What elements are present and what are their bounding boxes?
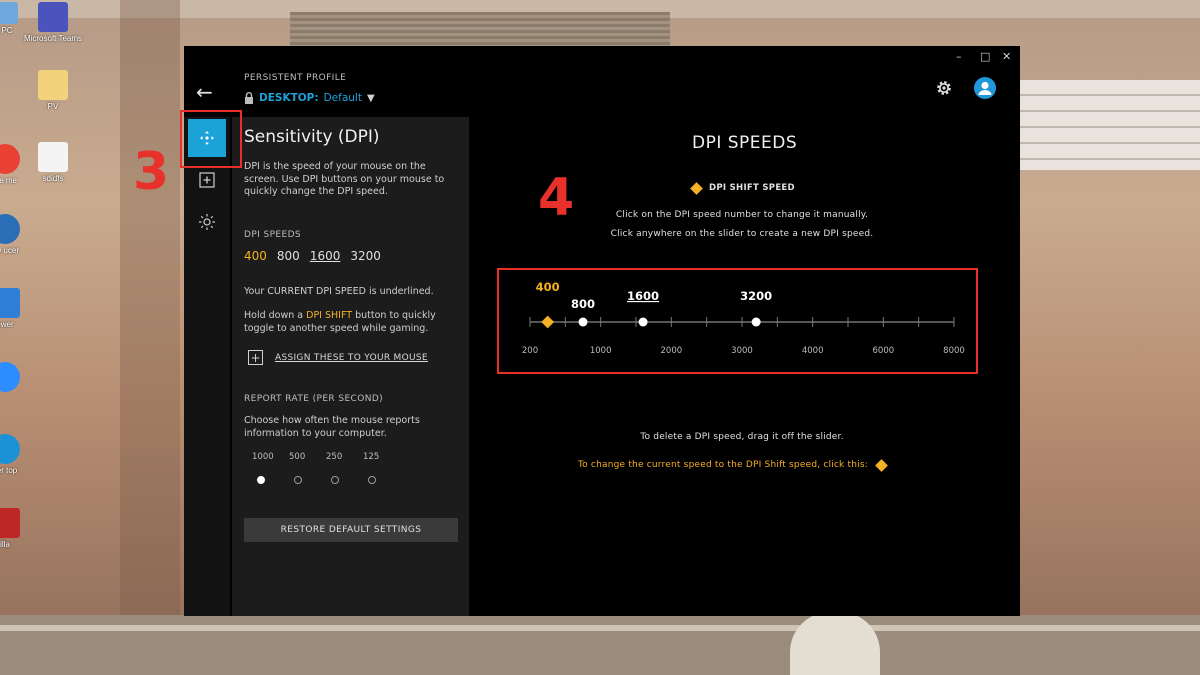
radio[interactable] xyxy=(368,476,376,484)
maximize-button[interactable]: □ xyxy=(980,50,990,63)
dpi-speed-item[interactable]: 3200 xyxy=(350,249,381,263)
delete-speed-note: To delete a DPI speed, drag it off the s… xyxy=(640,432,844,442)
panel-description: DPI is the speed of your mouse on the sc… xyxy=(244,161,445,197)
docker-icon xyxy=(0,434,20,464)
side-rail xyxy=(184,117,230,616)
restore-defaults-button[interactable]: RESTORE DEFAULT SETTINGS xyxy=(244,518,458,542)
filezilla-icon xyxy=(0,508,20,538)
dpi-speeds-label: DPI SPEEDS xyxy=(244,230,302,240)
profile-name: DESKTOP: xyxy=(259,92,319,104)
radio[interactable] xyxy=(294,476,302,484)
wallpaper-wall xyxy=(0,615,1200,675)
chrome-icon xyxy=(0,144,20,174)
plus-box-icon xyxy=(199,172,215,188)
desktop-icon-docker[interactable]: ker top xyxy=(0,434,40,476)
report-rate-option[interactable]: 125 xyxy=(363,452,400,484)
dpi-speeds-title: DPI SPEEDS xyxy=(692,133,798,153)
current-speed-note: Your CURRENT DPI SPEED is underlined. xyxy=(244,286,434,297)
desktop-icon-pv[interactable]: PV xyxy=(18,70,88,112)
dpi-speed-item[interactable]: 1600 xyxy=(310,249,341,263)
panel-title: Sensitivity (DPI) xyxy=(244,127,380,147)
zoom-icon xyxy=(0,362,20,392)
desktop-icon-filezilla[interactable]: illa xyxy=(0,508,40,550)
dpi-shift-diamond-button[interactable] xyxy=(875,458,888,472)
sun-icon xyxy=(199,214,215,230)
profile-value: Default xyxy=(323,92,362,104)
desktop-icon-player[interactable]: ow ucer xyxy=(0,214,40,256)
rail-lighting-button[interactable] xyxy=(188,203,226,241)
dpi-shift-legend: DPI SHIFT SPEED xyxy=(690,181,795,195)
computer-icon xyxy=(0,2,18,24)
wallpaper-figure xyxy=(790,612,880,675)
dpi-speed-item[interactable]: 800 xyxy=(277,249,300,263)
plus-icon: + xyxy=(248,350,263,365)
sensitivity-panel: Sensitivity (DPI) DPI is the speed of yo… xyxy=(232,117,469,616)
user-icon xyxy=(978,81,992,95)
document-icon xyxy=(38,142,68,172)
radio[interactable] xyxy=(331,476,339,484)
report-rate-label: REPORT RATE (PER SECOND) xyxy=(244,394,384,404)
assign-label: ASSIGN THESE TO YOUR MOUSE xyxy=(275,352,428,363)
wallpaper-column xyxy=(120,0,180,675)
dpi-speed-list: 400 800 1600 3200 xyxy=(244,249,381,263)
minimize-button[interactable]: – xyxy=(956,50,962,63)
instruction-text: Click anywhere on the slider to create a… xyxy=(610,229,874,239)
dpi-shift-note: Hold down a DPI SHIFT button to quickly … xyxy=(244,310,436,334)
gear-icon[interactable] xyxy=(934,78,954,98)
instruction-text: Click on the DPI speed number to change … xyxy=(615,210,869,220)
report-rate-option[interactable]: 1000 xyxy=(252,452,289,484)
close-button[interactable]: ✕ xyxy=(1002,50,1011,63)
annotation-box-3 xyxy=(180,110,242,168)
wallpaper-ledge xyxy=(0,625,1200,631)
diamond-icon xyxy=(690,181,703,195)
dpi-speed-item[interactable]: 400 xyxy=(244,249,267,263)
report-rate-option[interactable]: 500 xyxy=(289,452,326,484)
player-icon xyxy=(0,214,20,244)
desktop-icon-viewer[interactable]: ewer xyxy=(0,288,40,330)
report-rate-option[interactable]: 250 xyxy=(326,452,363,484)
annotation-number-4: 4 xyxy=(538,168,575,228)
lock-icon xyxy=(245,92,253,104)
profile-selector[interactable]: DESKTOP: Default ▼ xyxy=(244,92,375,104)
viewer-icon xyxy=(0,288,20,318)
shift-change-note: To change the current speed to the DPI S… xyxy=(578,458,888,472)
folder-icon xyxy=(38,70,68,100)
desktop-icon-chrome[interactable]: gle me xyxy=(0,144,40,186)
desktop-icon-teams[interactable]: Microsoft Teams xyxy=(18,2,88,44)
desktop-icon-zoom[interactable] xyxy=(0,362,40,392)
report-rate-options: 1000 500 250 125 xyxy=(252,452,400,484)
wallpaper-window xyxy=(1020,80,1200,170)
chevron-down-icon: ▼ xyxy=(366,92,375,104)
wallpaper-shutter xyxy=(290,12,670,46)
annotation-box-4 xyxy=(497,268,978,374)
annotation-number-3: 3 xyxy=(133,142,170,202)
back-arrow-icon[interactable]: ← xyxy=(196,80,213,104)
assign-to-mouse-button[interactable]: + ASSIGN THESE TO YOUR MOUSE xyxy=(248,350,428,365)
teams-icon xyxy=(38,2,68,32)
account-avatar[interactable] xyxy=(974,77,996,99)
radio-selected[interactable] xyxy=(257,476,265,484)
report-rate-description: Choose how often the mouse reports infor… xyxy=(244,415,420,439)
profile-label: PERSISTENT PROFILE xyxy=(244,73,347,83)
